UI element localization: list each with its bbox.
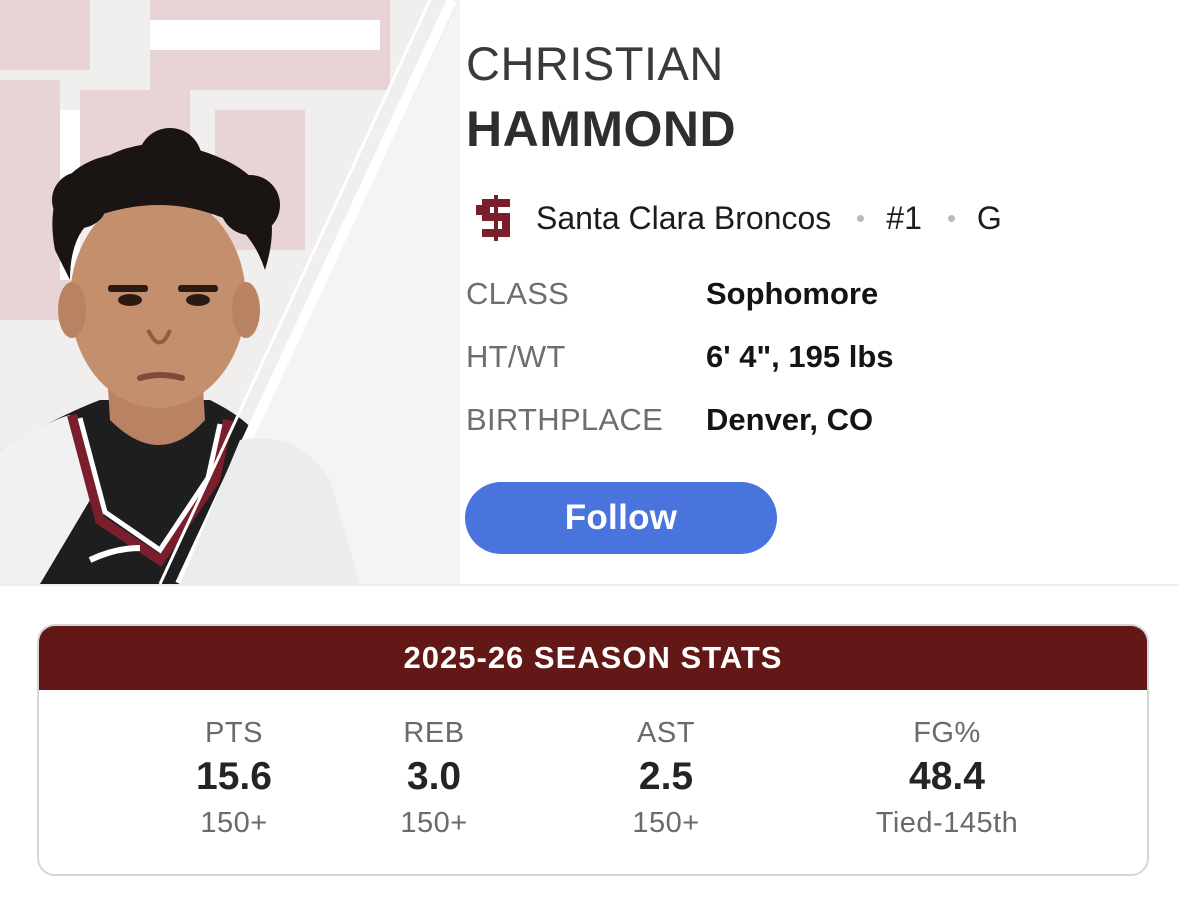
team-row: Santa Clara Broncos #1 G (472, 190, 1002, 246)
separator-dot (947, 214, 955, 222)
section-divider (0, 584, 1179, 586)
team-name-link[interactable]: Santa Clara Broncos (536, 200, 831, 237)
info-label: CLASS (466, 276, 570, 311)
info-value: 6' 4", 195 lbs (706, 339, 894, 374)
jersey-number: #1 (886, 199, 922, 236)
player-headshot-image (0, 0, 460, 584)
stat-reb: REB 3.0 150+ (314, 714, 554, 844)
stat-value: 3.0 (406, 755, 462, 798)
santa-clara-logo-icon[interactable] (472, 191, 520, 245)
stat-value: 48.4 (909, 755, 985, 798)
stat-rank: Tied-145th (875, 807, 1019, 839)
follow-button[interactable]: Follow (465, 482, 777, 554)
stat-ast: AST 2.5 150+ (546, 714, 786, 844)
info-value: Sophomore (706, 276, 879, 311)
player-header: CHRISTIAN HAMMOND Santa Clara Broncos #1… (0, 0, 1179, 584)
season-stats-title: 2025-26 SEASON STATS (39, 626, 1147, 690)
stat-rank: 150+ (400, 807, 468, 839)
stat-label: AST (637, 717, 695, 749)
player-first-name: CHRISTIAN (466, 37, 724, 90)
separator-dot (857, 214, 865, 222)
stat-fg-pct: FG% 48.4 Tied-145th (827, 714, 1067, 844)
player-photo (0, 0, 460, 584)
info-label: BIRTHPLACE (466, 402, 664, 437)
stat-rank: 150+ (632, 807, 700, 839)
stat-label: FG% (913, 717, 981, 749)
stat-label: REB (403, 717, 465, 749)
player-last-name: HAMMOND (466, 101, 737, 157)
stat-value: 2.5 (638, 755, 694, 798)
season-stats-card[interactable]: 2025-26 SEASON STATS PTS 15.6 150+ REB 3… (37, 624, 1149, 876)
info-label: HT/WT (466, 339, 566, 374)
info-value: Denver, CO (706, 402, 874, 437)
player-position: G (976, 199, 1002, 236)
